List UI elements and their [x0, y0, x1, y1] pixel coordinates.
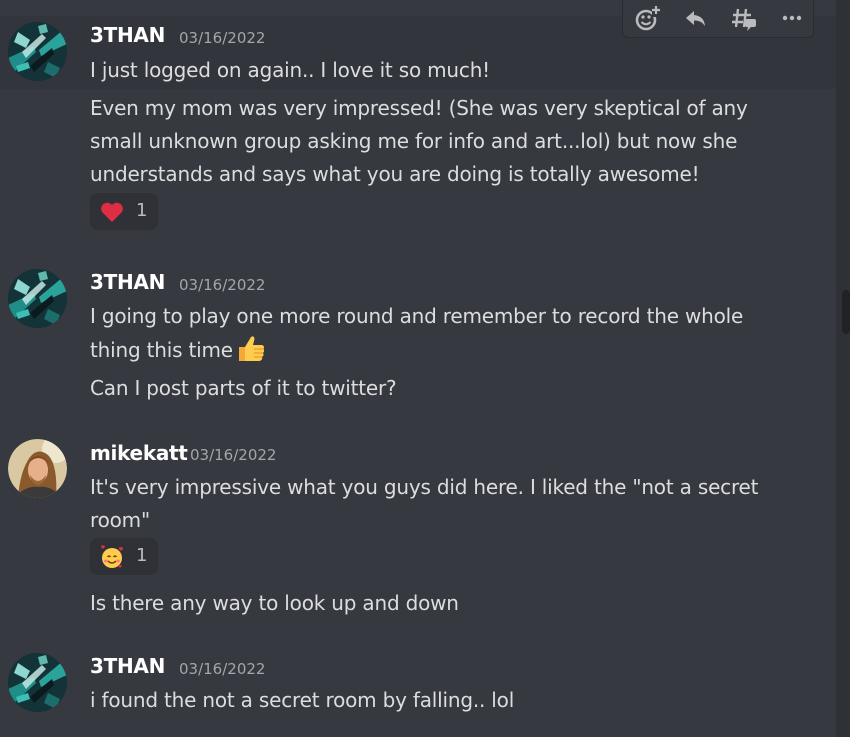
more-options-icon[interactable]: [777, 4, 807, 32]
message-text: It's very impressive what you guys did h…: [90, 475, 759, 532]
message-text: Is there any way to look up and down: [90, 591, 459, 615]
heart-icon: [99, 199, 125, 225]
avatar[interactable]: [8, 439, 67, 498]
message-text: I just logged on again.. I love it so mu…: [90, 58, 490, 82]
timestamp: 03/16/2022: [179, 276, 266, 294]
avatar[interactable]: [8, 269, 67, 328]
message-actions-toolbar: [622, 0, 814, 38]
thumbs-up-icon: [235, 333, 267, 373]
message-text: i found the not a secret room by falling…: [90, 688, 515, 712]
reaction-count: 1: [136, 200, 148, 221]
scrollbar-thumb[interactable]: [842, 290, 850, 334]
avatar[interactable]: [8, 22, 67, 81]
timestamp: 03/16/2022: [179, 29, 266, 47]
create-thread-icon[interactable]: [729, 4, 759, 32]
reaction-smiling-face-with-hearts[interactable]: 1: [90, 538, 158, 575]
username[interactable]: 3THAN: [90, 270, 165, 294]
username[interactable]: 3THAN: [90, 654, 165, 678]
smiling-face-with-hearts-icon: [99, 544, 125, 570]
avatar[interactable]: [8, 653, 67, 712]
message-text: Even my mom was very impressed! (She was…: [90, 96, 748, 186]
timestamp: 03/16/2022: [190, 446, 277, 464]
add-reaction-icon[interactable]: [633, 4, 663, 32]
reaction-heart[interactable]: 1: [90, 193, 158, 230]
username[interactable]: 3THAN: [90, 23, 165, 47]
scrollbar-track[interactable]: [836, 0, 850, 737]
timestamp: 03/16/2022: [179, 660, 266, 678]
message-text: Can I post parts of it to twitter?: [90, 376, 397, 400]
username[interactable]: mikekatt: [90, 441, 188, 465]
reaction-count: 1: [136, 545, 148, 566]
message-text: I going to play one more round and remem…: [90, 300, 770, 373]
reply-icon[interactable]: [681, 4, 711, 32]
